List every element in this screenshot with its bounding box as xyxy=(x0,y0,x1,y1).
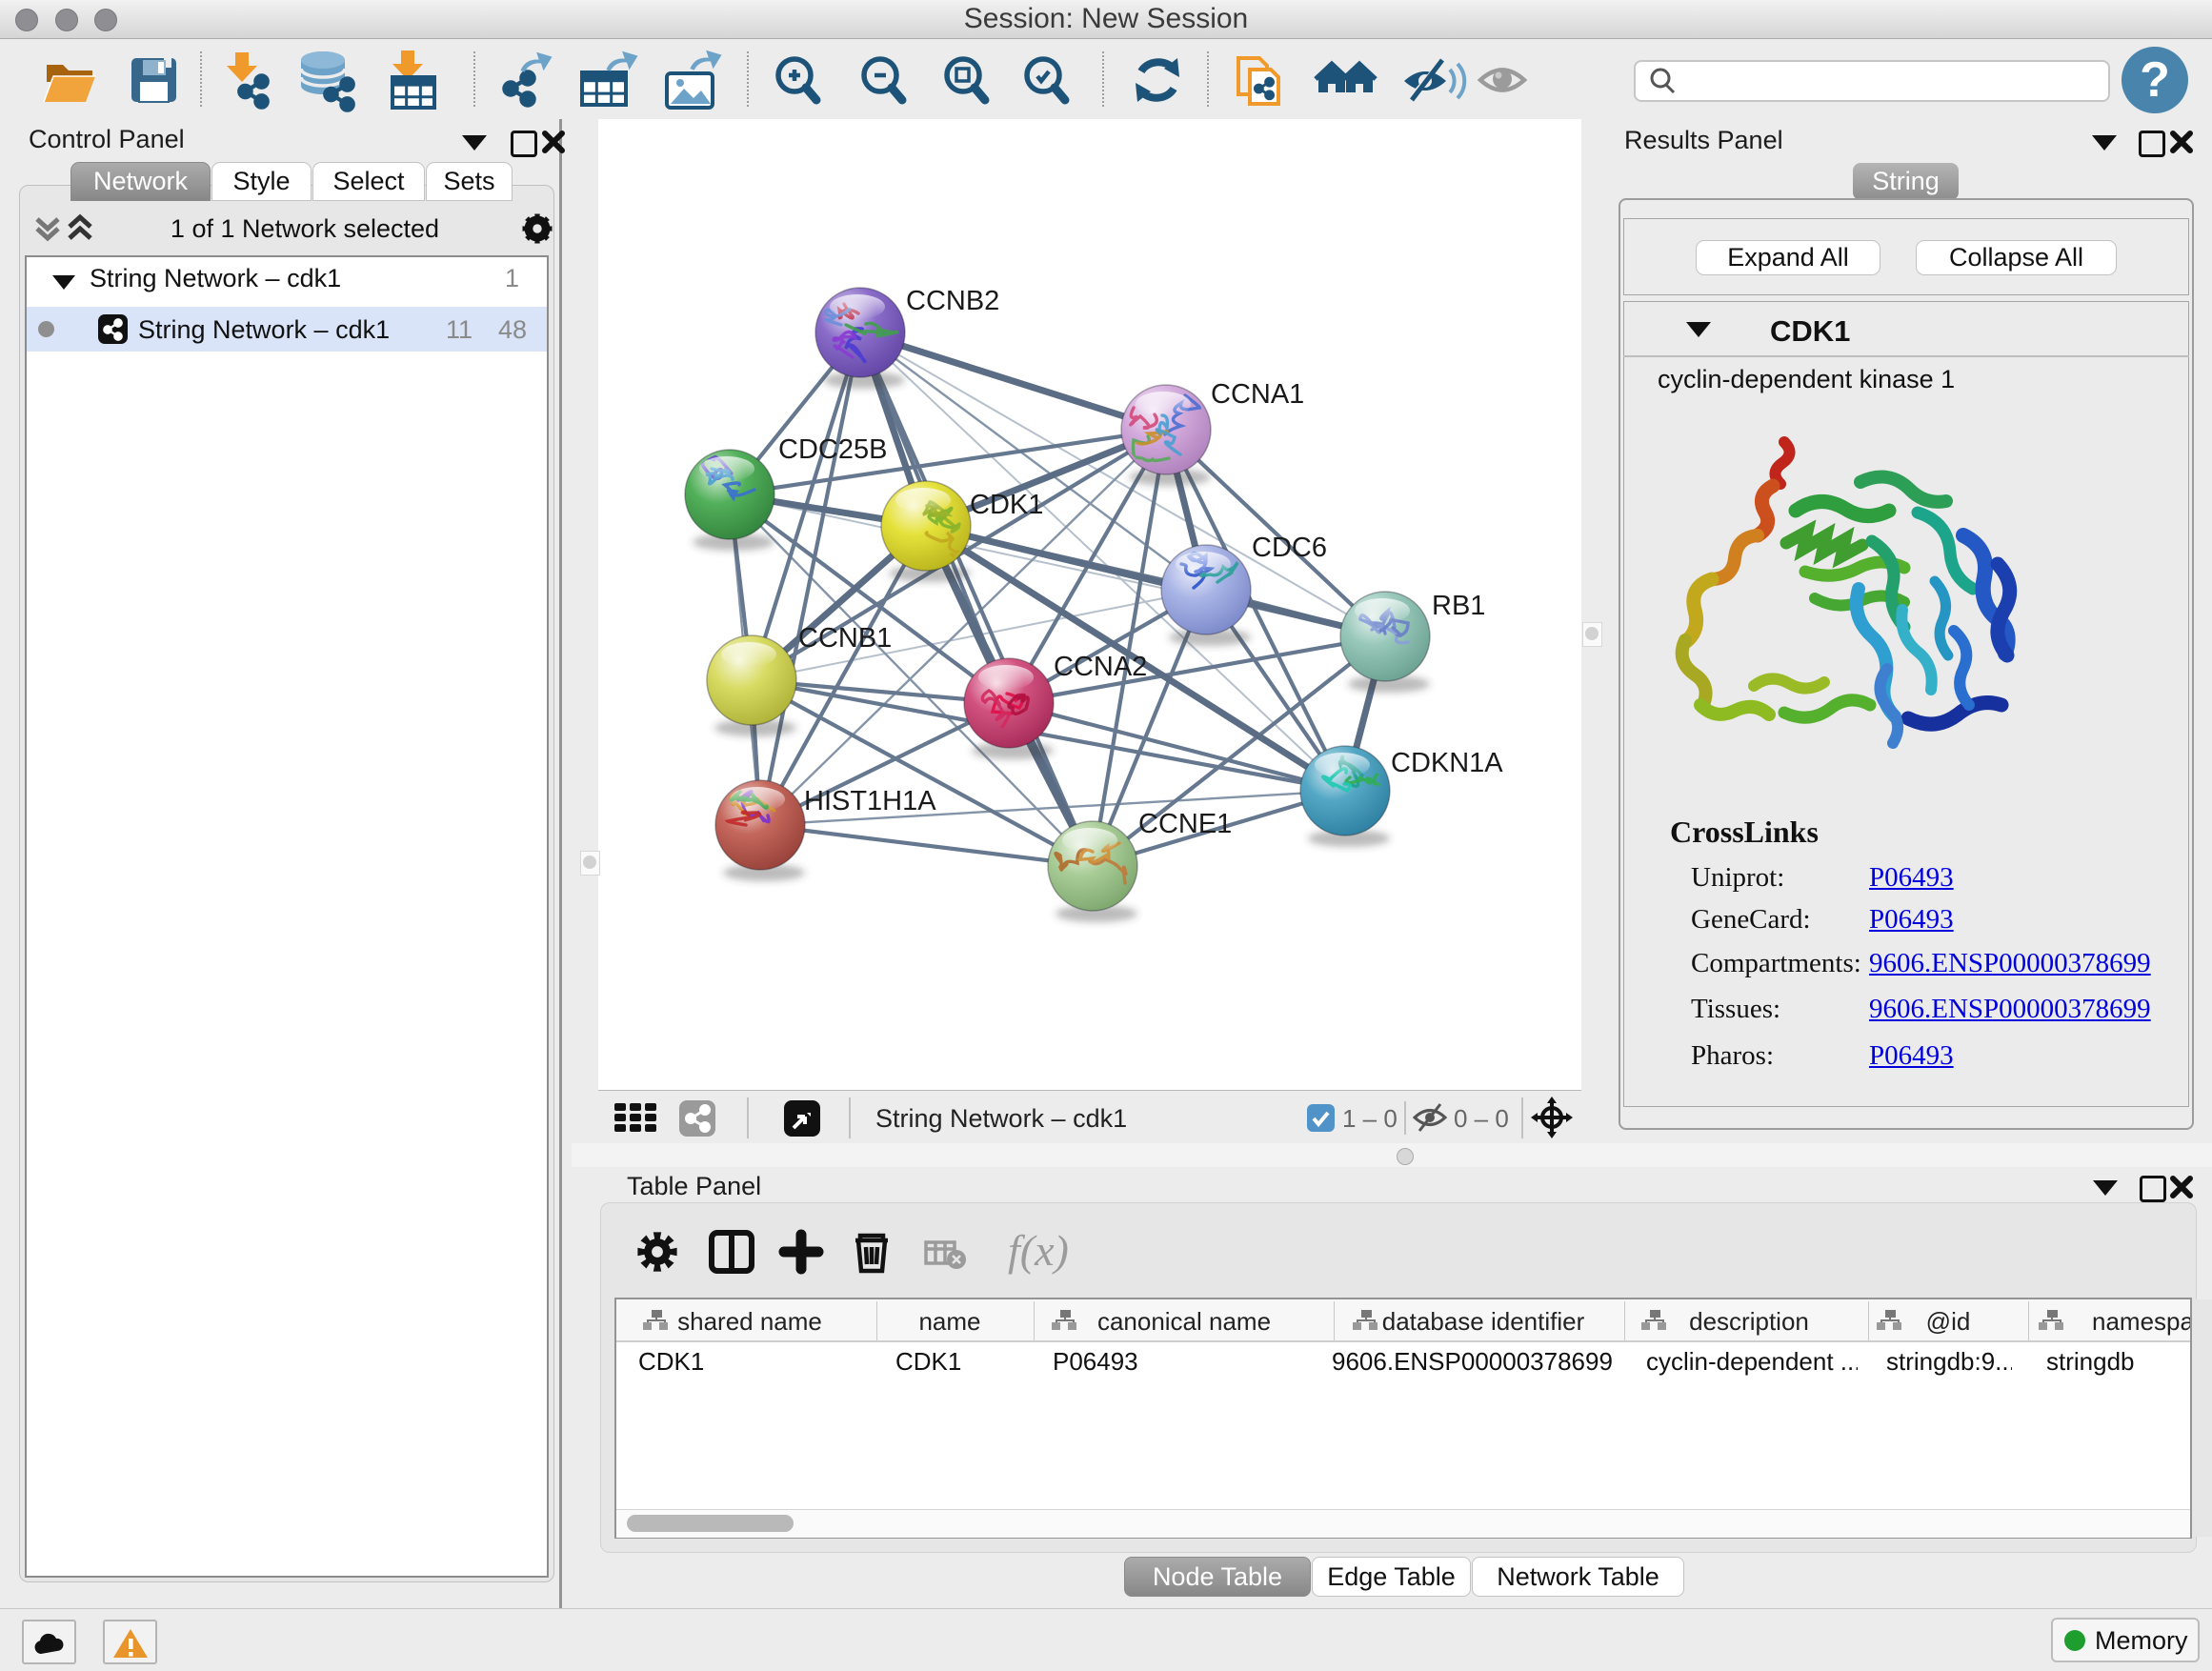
svg-text:RB1: RB1 xyxy=(1432,591,1485,621)
svg-text:CCNB1: CCNB1 xyxy=(798,623,892,654)
svg-text:0 – 0: 0 – 0 xyxy=(1454,1104,1509,1133)
svg-text:CCNB2: CCNB2 xyxy=(906,286,999,316)
svg-text:CDC6: CDC6 xyxy=(1252,533,1327,563)
svg-text:CCNE1: CCNE1 xyxy=(1138,809,1232,839)
svg-text:String Network – cdk1: String Network – cdk1 xyxy=(875,1104,1127,1133)
svg-text:HIST1H1A: HIST1H1A xyxy=(804,786,936,816)
svg-text:CCNA2: CCNA2 xyxy=(1054,652,1147,682)
svg-text:1 – 0: 1 – 0 xyxy=(1342,1104,1398,1133)
svg-text:CCNA1: CCNA1 xyxy=(1211,379,1304,410)
svg-text:CDC25B: CDC25B xyxy=(778,434,887,465)
svg-text:CDK1: CDK1 xyxy=(970,490,1043,520)
svg-text:CDKN1A: CDKN1A xyxy=(1391,748,1503,778)
svg-text:f(x): f(x) xyxy=(1008,1226,1069,1275)
